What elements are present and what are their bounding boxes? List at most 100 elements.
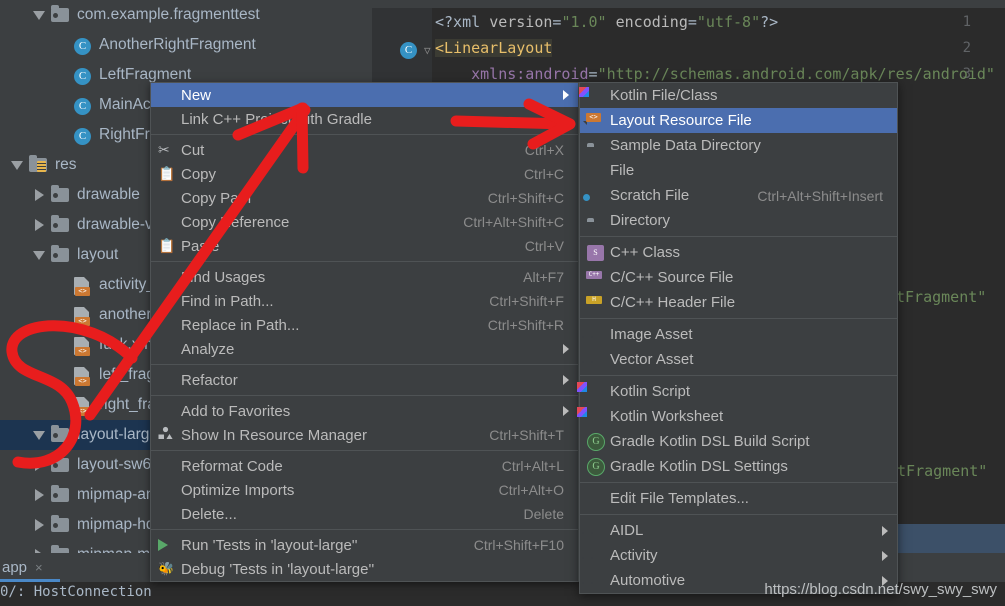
menu-item-shortcut: Ctrl+Alt+O: [498, 482, 564, 498]
menu-item-label: C/C++ Header File: [610, 294, 736, 311]
tree-item-label: res: [55, 156, 77, 173]
context-menu-item-show-in-resource-manager[interactable]: Show In Resource Manager Ctrl+Shift+T: [151, 423, 578, 447]
menu-separator: [580, 482, 897, 483]
file-icon: [580, 159, 610, 183]
context-menu-item-paste[interactable]: 📋 Paste Ctrl+V: [151, 234, 578, 258]
submenu-item-file[interactable]: File: [580, 158, 897, 183]
submenu-item-gradle-kotlin-dsl-build-script[interactable]: G Gradle Kotlin DSL Build Script: [580, 429, 897, 454]
close-icon[interactable]: ×: [35, 560, 43, 575]
chevron-right-icon[interactable]: [28, 459, 50, 471]
submenu-item-c-c++-source-file[interactable]: C++ C/C++ Source File: [580, 265, 897, 290]
folder-icon: [50, 5, 72, 25]
submenu-item-edit-file-templates[interactable]: Edit File Templates...: [580, 486, 897, 511]
context-menu-item-refactor[interactable]: Refactor: [151, 368, 578, 392]
context-menu-item-copy-path[interactable]: Copy Path Ctrl+Shift+C: [151, 186, 578, 210]
menu-item-label: Copy: [181, 165, 217, 183]
submenu-item-vector-asset[interactable]: Vector Asset: [580, 347, 897, 372]
chevron-right-icon[interactable]: [28, 219, 50, 231]
android-studio-window: 1 2 3 C ▽ <?xml version="1.0" encoding="…: [0, 0, 1005, 606]
context-menu-item-find-in-path[interactable]: Find in Path... Ctrl+Shift+F: [151, 289, 578, 313]
context-menu-item-copy[interactable]: 📋 Copy Ctrl+C: [151, 162, 578, 186]
folder-icon: [50, 425, 72, 445]
submenu-item-gradle-kotlin-dsl-settings[interactable]: G Gradle Kotlin DSL Settings: [580, 454, 897, 479]
project-context-menu[interactable]: New Link C++ Project with Gradle ✂ Cut Ctrl+…: [150, 82, 579, 582]
tree-item-anotherrightfragment[interactable]: C AnotherRightFragment: [0, 30, 372, 60]
chevron-right-icon[interactable]: [28, 519, 50, 531]
logcat-app-tab[interactable]: app ×: [0, 553, 62, 581]
line-number: 1: [962, 14, 971, 30]
cpp-source-icon: C++: [580, 266, 610, 290]
context-menu-item-add-to-favorites[interactable]: Add to Favorites: [151, 399, 578, 423]
context-menu-item-optimize-imports[interactable]: Optimize Imports Ctrl+Alt+O: [151, 478, 578, 502]
submenu-arrow-icon: [563, 406, 569, 416]
menu-item-label: Find Usages: [181, 268, 266, 286]
menu-item-label: Gradle Kotlin DSL Build Script: [610, 433, 810, 450]
submenu-item-sample-data-directory[interactable]: Sample Data Directory: [580, 133, 897, 158]
menu-item-label: Copy Path: [181, 189, 252, 207]
submenu-item-c++-class[interactable]: S C++ Class: [580, 240, 897, 265]
submenu-item-directory[interactable]: Directory: [580, 208, 897, 233]
context-menu-item-analyze[interactable]: Analyze: [151, 337, 578, 361]
menu-separator: [580, 236, 897, 237]
tree-item-label: com.example.fragmenttest: [77, 6, 260, 23]
android-icon: [580, 569, 610, 593]
menu-item-label: Delete...: [181, 505, 237, 523]
chevron-down-icon[interactable]: [28, 10, 50, 20]
submenu-item-kotlin-file-class[interactable]: Kotlin File/Class: [579, 83, 897, 108]
chevron-right-icon[interactable]: [28, 489, 50, 501]
submenu-item-kotlin-script[interactable]: Kotlin Script: [577, 379, 897, 404]
submenu-item-image-asset[interactable]: Image Asset: [580, 322, 897, 347]
context-menu-item-debug-tests-in-layout-large[interactable]: 🐝 Debug 'Tests in 'layout-large'': [151, 557, 578, 581]
menu-item-shortcut: Delete: [523, 506, 564, 522]
folder-icon: [50, 215, 72, 235]
android-icon: [580, 544, 610, 568]
submenu-arrow-icon: [563, 344, 569, 354]
submenu-arrow-icon: [882, 525, 888, 536]
menu-item-label: New: [181, 86, 212, 104]
tree-item-com-example-fragmenttest[interactable]: com.example.fragmenttest: [0, 0, 372, 30]
new-submenu[interactable]: Kotlin File/Class <> Layout Resource File S…: [577, 82, 898, 594]
cpp-header-icon: H: [580, 291, 610, 315]
menu-item-label: Scratch File: [610, 187, 690, 204]
tree-item-label: drawable: [77, 186, 140, 203]
code-fold-icon[interactable]: ▽: [424, 44, 431, 57]
context-menu-item-new[interactable]: New: [151, 83, 578, 107]
context-menu-item-link-c++-project-with-gradle[interactable]: Link C++ Project with Gradle: [151, 107, 578, 131]
menu-item-label: Image Asset: [610, 326, 693, 343]
chevron-right-icon[interactable]: [28, 189, 50, 201]
submenu-item-scratch-file[interactable]: Scratch File Ctrl+Alt+Shift+Insert: [580, 183, 897, 208]
context-menu-item-reformat-code[interactable]: Reformat Code Ctrl+Alt+L: [151, 454, 578, 478]
kotlin-file-icon: [579, 84, 610, 108]
submenu-item-activity[interactable]: Activity: [580, 543, 897, 568]
tag-name-linearlayout: LinearLayout: [444, 39, 553, 57]
menu-item-label: Run 'Tests in 'layout-large'': [181, 536, 358, 554]
scratch-file-icon: [580, 184, 610, 208]
logcat-app-tab-label: app: [2, 558, 28, 576]
context-menu-item-find-usages[interactable]: Find Usages Alt+F7: [151, 265, 578, 289]
chevron-down-icon[interactable]: [28, 250, 50, 260]
menu-item-label: C++ Class: [610, 244, 681, 261]
submenu-item-c-c++-header-file[interactable]: H C/C++ Header File: [580, 290, 897, 315]
submenu-item-aidl[interactable]: AIDL: [580, 518, 897, 543]
gradle-icon: G: [580, 455, 610, 479]
xml-layout-file-icon: <>: [72, 395, 94, 416]
code-fragment-1: tFragment": [896, 288, 987, 306]
context-menu-item-copy-reference[interactable]: Copy Reference Ctrl+Alt+Shift+C: [151, 210, 578, 234]
context-menu-item-delete[interactable]: Delete... Delete: [151, 502, 578, 526]
context-menu-item-cut[interactable]: ✂ Cut Ctrl+X: [151, 138, 578, 162]
xml-prolog-close: ?>: [760, 13, 779, 31]
chevron-down-icon[interactable]: [28, 430, 50, 440]
folder-icon: [50, 245, 72, 265]
menu-item-label: Add to Favorites: [181, 402, 291, 420]
menu-item-shortcut: Ctrl+Alt+Shift+Insert: [757, 187, 883, 204]
submenu-item-layout-resource-file[interactable]: <> Layout Resource File: [580, 108, 897, 133]
menu-item-label: Paste: [181, 237, 220, 255]
code-line-1: <?xml version="1.0" encoding="utf-8"?>: [435, 13, 778, 31]
class-gutter-icon[interactable]: C: [400, 42, 417, 59]
menu-separator: [151, 395, 578, 396]
submenu-item-kotlin-worksheet[interactable]: Kotlin Worksheet: [577, 404, 897, 429]
chevron-down-icon[interactable]: [6, 160, 28, 170]
android-icon: [580, 348, 610, 372]
context-menu-item-run-tests-in-layout-large[interactable]: Run 'Tests in 'layout-large'' Ctrl+Shift+…: [151, 533, 578, 557]
context-menu-item-replace-in-path[interactable]: Replace in Path... Ctrl+Shift+R: [151, 313, 578, 337]
